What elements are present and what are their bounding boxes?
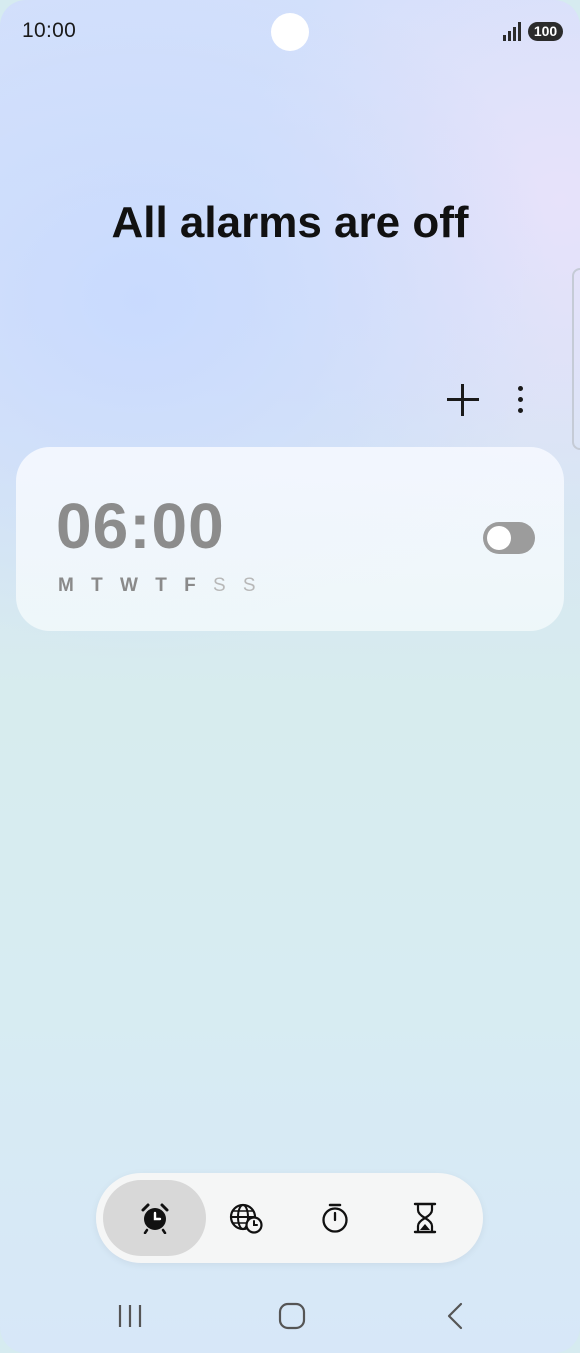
world-clock-icon <box>229 1203 263 1234</box>
tab-timer[interactable] <box>381 1180 469 1256</box>
camera-cutout <box>271 13 309 51</box>
alarm-toggle[interactable] <box>483 522 535 554</box>
tab-stopwatch[interactable] <box>291 1180 379 1256</box>
add-alarm-button[interactable] <box>441 378 485 422</box>
tab-alarm[interactable] <box>103 1180 206 1256</box>
signal-icon <box>503 22 521 41</box>
stopwatch-icon <box>322 1203 348 1233</box>
alarm-toggle-knob <box>487 526 511 550</box>
alarm-card[interactable]: 06:00 M T W T F S S <box>16 447 564 631</box>
home-button[interactable] <box>267 1296 317 1336</box>
alarm-time: 06:00 <box>56 490 225 562</box>
back-button[interactable] <box>430 1296 480 1336</box>
alarm-clock-icon <box>141 1203 168 1234</box>
status-time: 10:00 <box>22 19 77 42</box>
back-icon <box>447 1302 463 1330</box>
bottom-tab-bar <box>96 1173 483 1263</box>
alarm-days: M T W T F S S <box>58 575 262 597</box>
more-vert-icon-dot <box>518 408 523 413</box>
hourglass-timer-icon <box>413 1202 437 1234</box>
alarm-weekend: S S <box>212 575 262 596</box>
recents-button[interactable] <box>105 1296 155 1336</box>
home-icon <box>278 1302 306 1330</box>
recents-icon <box>118 1305 142 1327</box>
alarm-weekdays: M T W T F <box>58 575 202 596</box>
page-title: All alarms are off <box>111 198 469 247</box>
tab-world-clock[interactable] <box>202 1180 290 1256</box>
battery-badge: 100 <box>528 22 563 41</box>
more-vert-icon-dot <box>518 397 523 402</box>
screen: 10:00 100 All alarms are off 06:00 M T W… <box>0 0 580 1353</box>
more-vert-icon-dot <box>518 386 523 391</box>
edge-panel-handle[interactable] <box>572 268 580 450</box>
more-options-button[interactable] <box>504 378 538 422</box>
